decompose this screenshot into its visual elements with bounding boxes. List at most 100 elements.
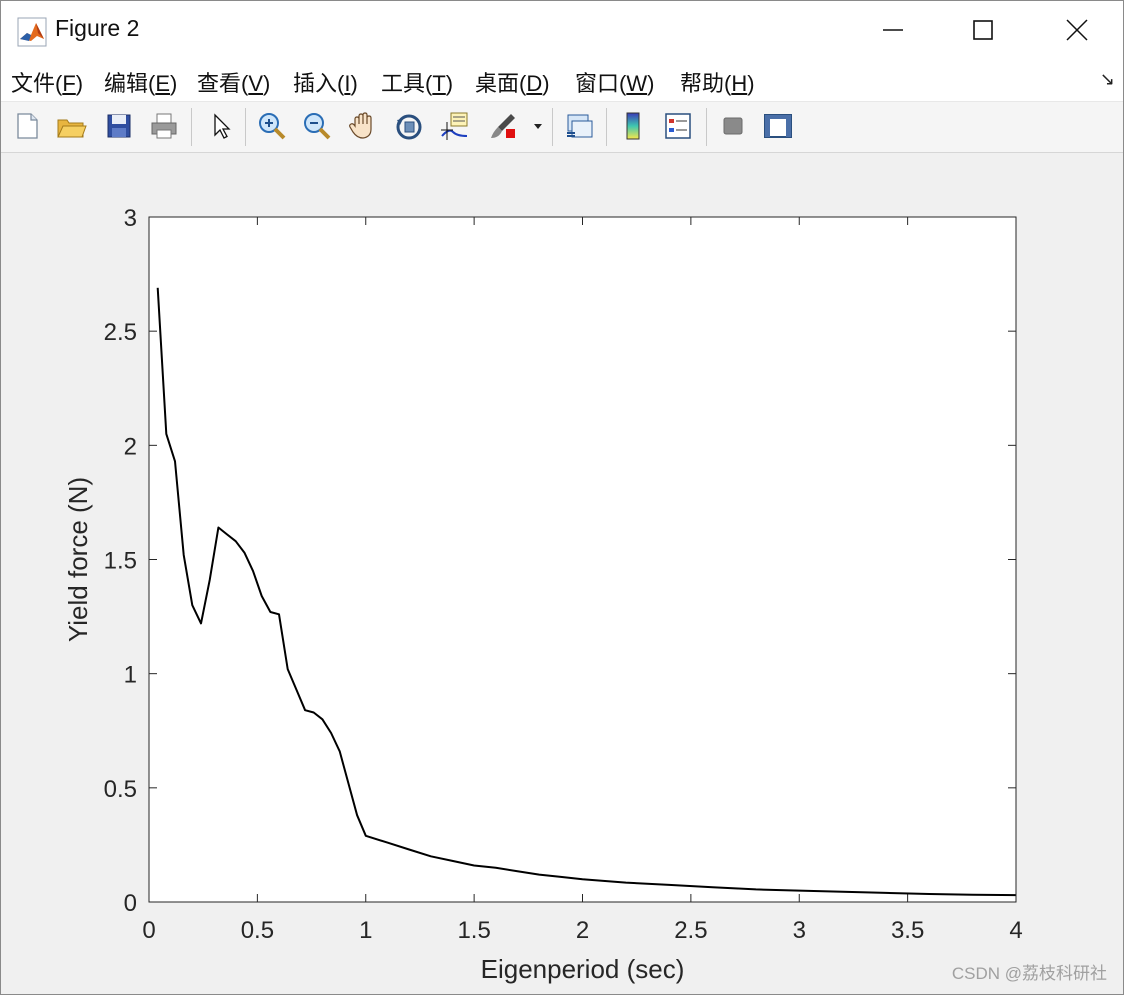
toolbar-separator: [706, 108, 707, 146]
brush-dropdown-button[interactable]: [527, 108, 549, 144]
menu-view[interactable]: 查看(V): [197, 66, 270, 98]
hide-plot-tools-icon: [723, 117, 743, 135]
x-axis-label: Eigenperiod (sec): [481, 954, 685, 984]
x-tick-label: 2.5: [674, 917, 707, 944]
rotate-3d-button[interactable]: [391, 108, 427, 144]
chevron-down-icon: [534, 124, 542, 129]
toolbar-separator: [245, 108, 246, 146]
menu-file[interactable]: 文件(F): [11, 66, 83, 98]
menu-desktop-end: ): [542, 71, 550, 96]
edit-plot-button[interactable]: [202, 108, 238, 144]
dock-figure-icon[interactable]: ↘: [1100, 69, 1115, 90]
y-tick-label: 2: [124, 433, 137, 460]
watermark: CSDN @荔枝科研社: [951, 964, 1107, 983]
x-tick-label: 0.5: [241, 917, 274, 944]
matlab-app-icon: [17, 17, 47, 47]
print-icon: [151, 113, 177, 139]
link-plot-icon: [567, 114, 593, 138]
data-cursor-icon: [441, 112, 468, 140]
menu-view-accel: V: [248, 71, 264, 96]
menu-edit[interactable]: 编辑(E): [104, 66, 177, 98]
menu-insert-end: ): [350, 71, 358, 96]
x-tick-label: 1: [359, 917, 372, 944]
menu-window-end: ): [647, 71, 655, 96]
menu-view-label: 查看(: [197, 71, 249, 96]
menu-file-accel: F: [62, 71, 76, 96]
save-button[interactable]: [101, 108, 137, 144]
minimize-button[interactable]: [847, 1, 939, 59]
menu-window[interactable]: 窗口(W): [575, 66, 654, 98]
brush-icon: [491, 114, 515, 138]
insert-colorbar-button[interactable]: [615, 108, 651, 144]
pan-button[interactable]: [345, 108, 381, 144]
menu-desktop[interactable]: 桌面(D): [475, 66, 550, 98]
figure-canvas: 0 0.5 1 1.5 2 2.5 3 3.5 4 0 0.5 1 1.5 2 2.5 3 Eigenperio…: [1, 153, 1123, 994]
link-plot-button[interactable]: [561, 108, 597, 144]
menu-view-end: ): [263, 71, 271, 96]
menu-tools-end: ): [445, 71, 454, 96]
menu-edit-end: ): [170, 71, 178, 96]
menu-help[interactable]: 帮助(H): [680, 66, 755, 98]
x-tick-label: 4: [1009, 917, 1022, 944]
menu-tools-accel: T: [432, 71, 446, 96]
menu-window-accel: W: [626, 71, 648, 96]
pointer-icon: [214, 113, 231, 139]
window-title: Figure 2: [55, 15, 140, 41]
menu-file-label: 文件(: [11, 71, 63, 96]
data-tips-button[interactable]: [437, 108, 473, 144]
zoom-in-icon: [259, 113, 286, 140]
x-tick-label: 0: [142, 917, 155, 944]
y-tick-label: 0: [124, 890, 137, 917]
print-button[interactable]: [146, 108, 182, 144]
maximize-button[interactable]: [937, 1, 1029, 59]
x-tick-label: 3.5: [891, 917, 924, 944]
zoom-out-icon: [304, 113, 331, 140]
menu-desktop-label: 桌面(: [475, 71, 527, 96]
brush-button[interactable]: [485, 108, 521, 144]
legend-icon: [665, 113, 691, 139]
open-folder-icon: [57, 119, 87, 138]
y-tick-label: 3: [124, 205, 137, 232]
minimize-icon: [883, 29, 903, 31]
insert-legend-button[interactable]: [660, 108, 696, 144]
menu-file-end: ): [75, 71, 84, 96]
maximize-icon: [973, 20, 993, 40]
colorbar-icon: [626, 112, 640, 140]
axes-background: [149, 217, 1016, 902]
save-icon: [107, 114, 131, 138]
close-button[interactable]: [1031, 1, 1123, 59]
x-tick-label: 2: [576, 917, 589, 944]
new-file-icon: [17, 113, 38, 139]
menu-help-end: ): [747, 71, 755, 96]
close-icon: [1066, 19, 1088, 41]
y-tick-label: 2.5: [104, 319, 137, 346]
toolbar-separator: [191, 108, 192, 146]
show-plot-tools-button[interactable]: [760, 108, 796, 144]
y-tick-label: 1: [124, 662, 137, 689]
x-tick-label: 3: [793, 917, 806, 944]
menu-help-label: 帮助(: [680, 71, 732, 96]
new-figure-button[interactable]: [9, 108, 45, 144]
menu-tools-label: 工具(: [381, 71, 433, 96]
menu-tools[interactable]: 工具(T): [381, 66, 453, 98]
title-bar[interactable]: Figure 2: [1, 1, 1123, 59]
menu-bar: 文件(F) 编辑(E) 查看(V) 插入(I) 工具(T) 桌面(D) 窗口(W…: [1, 59, 1123, 101]
y-axis-label: Yield force (N): [63, 477, 93, 642]
zoom-out-button[interactable]: [299, 108, 335, 144]
zoom-in-button[interactable]: [254, 108, 290, 144]
toolbar-separator: [606, 108, 607, 146]
rotate-3d-icon: [396, 114, 422, 140]
menu-insert[interactable]: 插入(I): [293, 66, 358, 98]
show-plot-tools-icon: [764, 114, 792, 138]
menu-desktop-accel: D: [526, 71, 543, 96]
hide-plot-tools-button[interactable]: [715, 108, 751, 144]
open-file-button[interactable]: [53, 108, 89, 144]
plot-svg[interactable]: 0 0.5 1 1.5 2 2.5 3 3.5 4 0 0.5 1 1.5 2 2.5 3 Eigenperio…: [1, 153, 1123, 994]
menu-insert-label: 插入(: [293, 71, 345, 96]
toolbar-separator: [552, 108, 553, 146]
menu-edit-accel: E: [155, 71, 171, 96]
menu-help-accel: H: [731, 71, 748, 96]
menu-window-label: 窗口(: [575, 71, 627, 96]
menu-edit-label: 编辑(: [104, 71, 156, 96]
figure-window: Figure 2 文件(F) 编辑(E) 查看(V) 插入(I) 工具(T) 桌…: [0, 0, 1124, 995]
